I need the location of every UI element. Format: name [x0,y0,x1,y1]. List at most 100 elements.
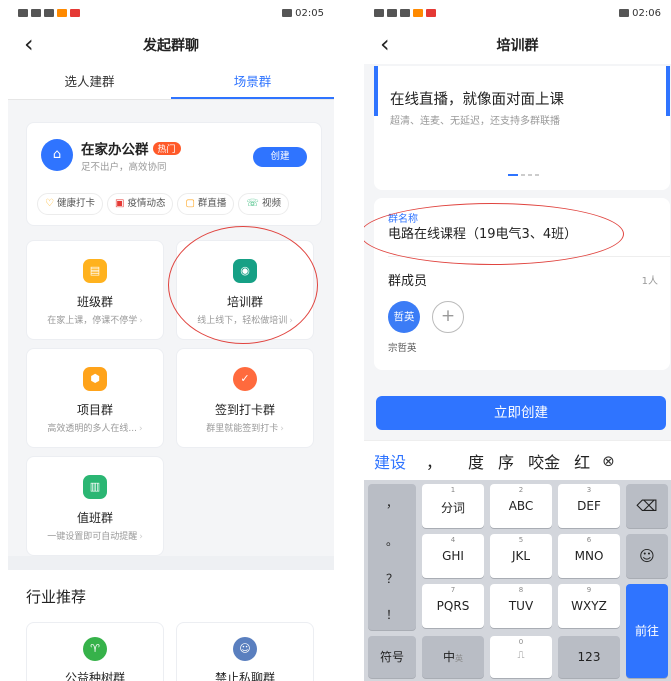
people-icon: ☺ [233,637,257,661]
home-office-card[interactable]: ⌂ 在家办公群 热门 足不出户，高效协同 创建 ♡ 健康打卡 ▣ 疫情动态 ▢ 群直播 … [26,122,322,226]
left-phone-screen: 02:05 ‹ 发起群聊 选人建群 场景群 ⌂ 在家办公群 热门 足不出户，高效协… [8,0,334,681]
chip-health-checkin[interactable]: ♡ 健康打卡 [37,193,103,215]
class-group-icon: ▤ [83,259,107,283]
tab-scene-group[interactable]: 场景群 [171,64,334,99]
chip-video[interactable]: ☏ 视频 [238,193,289,215]
wifi-icon [400,9,410,17]
class-group-card[interactable]: ▤ 班级群 在家上课，停课不停学 › [26,240,164,340]
key-9[interactable]: 9 WXYZ [558,584,620,628]
grid-card-name: 禁止私聊群 [214,671,275,681]
grid-card-desc: 高效透明的多人在线... › [47,424,143,434]
duty-group-card[interactable]: ▥ 值班群 一键设置即可自动提醒 › [26,456,164,556]
mic-icon: ⎍ [517,650,525,661]
carousel-dots [508,174,539,176]
industry-section: 行业推荐 ♈ 公益种树群 ☺ 禁止私聊群 [8,570,334,681]
punct-key: ？ [385,572,398,586]
tree-planting-group-card[interactable]: ♈ 公益种树群 [26,622,164,681]
battery-icon [282,9,293,17]
key-6[interactable]: 6 MNO [558,534,620,578]
punctuation-column[interactable]: ， 。 ？ ！ [368,484,416,630]
group-name-input[interactable]: 电路在线课程（19电气3、4班） [388,223,577,242]
key-1[interactable]: 1 分词 [422,484,484,528]
sprout-icon: ♈ [83,637,107,661]
banner-title: 在线直播，就像面对面上课 [390,92,564,108]
status-bar: 02:05 [8,0,334,26]
app-notification-icon [413,9,423,17]
suggestion[interactable]: 红 [574,449,590,473]
tab-bar: 选人建群 场景群 [8,64,334,100]
status-time: 02:05 [295,7,324,19]
sim-icon [374,9,384,17]
chip-group-live[interactable]: ▢ 群直播 [177,193,235,215]
keyboard: ， 。 ？ ！ 1 分词 2 ABC 3 DEF ⌫ 4 GHI 5 JKL 6 MNO ☺… [364,480,671,681]
language-switch-key[interactable]: 中英 [422,636,484,678]
go-button[interactable]: 前往 [626,584,668,678]
section-divider [8,556,334,570]
suggestion[interactable]: 度 [468,449,484,473]
key-8[interactable]: 8 TUV [490,584,552,628]
numbers-key[interactable]: 123 [558,636,620,678]
close-icon[interactable]: ⊗ [602,452,615,470]
grid-card-desc: 一键设置即可自动提醒 › [47,532,143,542]
banner-edge-left [374,66,378,116]
app-notification-icon [426,9,436,17]
live-banner[interactable]: 在线直播，就像面对面上课 超清、连麦、无延迟，还支持多群联播 [374,66,670,190]
page-title: 发起群聊 [143,38,199,54]
project-group-card[interactable]: ⬢ 项目群 高效透明的多人在线... › [26,348,164,448]
app-notification-icon [57,9,67,17]
suggestion[interactable]: 建设 [374,449,406,473]
grid-card-name: 值班群 [76,511,113,525]
section-title: 行业推荐 [26,588,87,606]
tab-select-people[interactable]: 选人建群 [8,64,171,99]
status-bar: 02:06 [364,0,671,26]
right-phone-screen: 02:06 ‹ 培训群 在线直播，就像面对面上课 超清、连麦、无延迟，还支持多群… [364,0,671,681]
feature-chips: ♡ 健康打卡 ▣ 疫情动态 ▢ 群直播 ☏ 视频 [37,193,289,215]
key-5[interactable]: 5 JKL [490,534,552,578]
create-button[interactable]: 创建 [253,147,307,167]
key-7[interactable]: 7 PQRS [422,584,484,628]
member-name: 宗哲英 [388,343,417,354]
key-4[interactable]: 4 GHI [422,534,484,578]
project-group-icon: ⬢ [83,367,107,391]
key-3[interactable]: 3 DEF [558,484,620,528]
backspace-icon[interactable]: ⌫ [626,484,668,528]
back-arrow-icon[interactable]: ‹ [380,31,390,57]
carousel-dot [528,174,532,176]
checkin-group-icon: ✓ [233,367,257,391]
no-private-chat-group-card[interactable]: ☺ 禁止私聊群 [176,622,314,681]
chip-epidemic-news[interactable]: ▣ 疫情动态 [106,193,174,215]
page-title: 培训群 [496,38,539,54]
symbols-key[interactable]: 符号 [368,636,416,678]
title-bar: ‹ 发起群聊 [8,26,334,64]
banner-edge-right [666,66,670,116]
signal-icon [31,9,41,17]
grid-card-name: 班级群 [76,295,113,309]
home-icon: ⌂ [41,139,73,171]
suggestion[interactable]: 序 [498,449,514,473]
live-icon: ▢ [185,198,195,209]
grid-card-desc: 在家上课，停课不停学 › [47,316,143,326]
suggestion[interactable]: ， [426,449,442,473]
title-bar: ‹ 培训群 [364,26,671,64]
home-office-title: 在家办公群 热门 [81,138,181,158]
checkin-group-card[interactable]: ✓ 签到打卡群 群里就能签到打卡 › [176,348,314,448]
add-member-icon[interactable]: + [432,301,464,333]
heart-icon: ♡ [45,198,54,209]
sim-icon [18,9,28,17]
grid-card-desc: 群里就能签到打卡 › [206,424,284,434]
suggestion[interactable]: 咬金 [528,449,560,473]
emoji-icon[interactable]: ☺ [626,534,668,578]
status-time: 02:06 [632,7,661,19]
punct-key: ！ [385,608,398,622]
create-now-button[interactable]: 立即创建 [376,396,666,430]
grid-card-name: 公益种树群 [64,671,125,681]
training-group-card[interactable]: ◉ 培训群 线上线下，轻松做培训 › [176,240,314,340]
back-arrow-icon[interactable]: ‹ [24,31,34,57]
banner-subtitle: 超清、连麦、无延迟，还支持多群联播 [390,116,560,127]
home-office-subtitle: 足不出户，高效协同 [81,162,167,173]
carousel-dot-active [508,174,518,176]
status-icons [18,9,80,17]
space-key[interactable]: 0 ⎍ [490,636,552,678]
avatar[interactable]: 哲英 [388,301,420,333]
key-2[interactable]: 2 ABC [490,484,552,528]
